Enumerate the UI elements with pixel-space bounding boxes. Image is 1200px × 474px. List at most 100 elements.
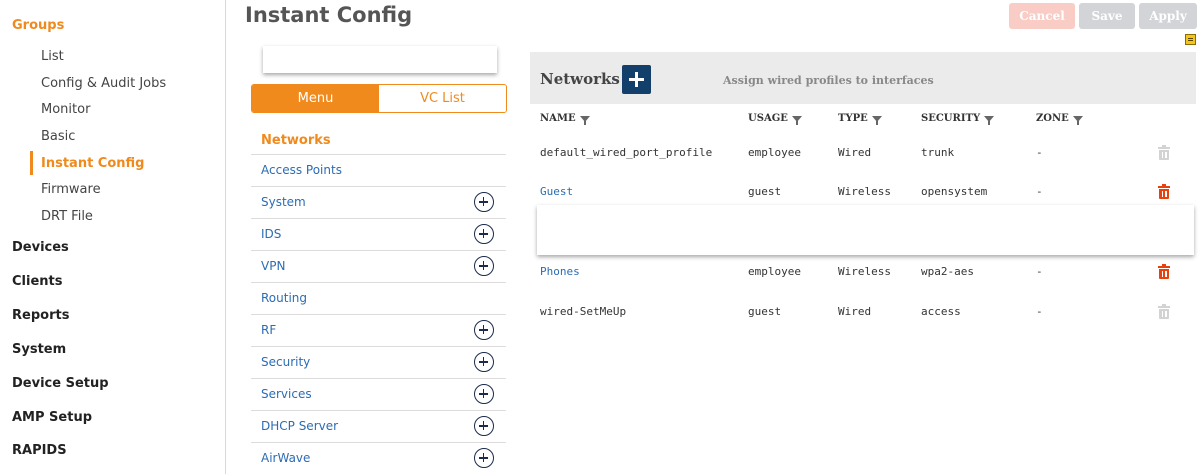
panel-title: Networks <box>540 70 620 88</box>
row-security: opensystem <box>921 185 988 198</box>
tab-menu[interactable]: Menu <box>252 85 379 112</box>
row-zone: - <box>1036 146 1043 159</box>
delete-icon[interactable] <box>1158 184 1170 199</box>
row-usage: employee <box>748 265 801 278</box>
filter-icon[interactable] <box>984 115 995 125</box>
sidebar: Groups List Config & Audit Jobs Monitor … <box>0 0 226 474</box>
add-circle-icon[interactable] <box>474 224 494 244</box>
menu-item-label: Security <box>261 355 311 369</box>
nav-reports[interactable]: Reports <box>12 308 69 323</box>
column-label: SECURITY <box>921 113 981 124</box>
nav-sub-config-audit-jobs[interactable]: Config & Audit Jobs <box>41 76 166 91</box>
menu-item-routing[interactable]: Routing <box>251 282 506 314</box>
row-security: trunk <box>921 146 955 159</box>
row-usage: employee <box>748 146 801 159</box>
row-security: access <box>921 305 961 318</box>
view-toggle: Menu VC List <box>251 84 507 113</box>
delete-icon[interactable] <box>1158 264 1170 279</box>
tab-vc-list[interactable]: VC List <box>379 85 506 112</box>
add-circle-icon[interactable] <box>474 416 494 436</box>
nav-sub-list[interactable]: List <box>41 49 64 64</box>
nav-rapids[interactable]: RAPIDS <box>12 443 67 458</box>
menu-heading-networks[interactable]: Networks <box>261 133 331 148</box>
menu-item-label: Services <box>261 387 312 401</box>
nav-sub-basic[interactable]: Basic <box>41 129 75 144</box>
menu-item-ids[interactable]: IDS <box>251 218 506 250</box>
menu-item-label: AirWave <box>261 451 311 465</box>
delete-icon <box>1158 145 1170 160</box>
row-name: wired-SetMeUp <box>540 305 627 318</box>
row-name-link[interactable]: Guest <box>540 185 573 198</box>
nav-sub-instant-config[interactable]: Instant Config <box>41 156 144 171</box>
panel-subtitle: Assign wired profiles to interfaces <box>723 74 934 87</box>
row-type: Wireless <box>838 265 891 278</box>
filter-icon[interactable] <box>1072 115 1083 125</box>
column-label: NAME <box>540 113 576 124</box>
menu-item-label: DHCP Server <box>261 419 339 433</box>
page-title: Instant Config <box>245 3 413 27</box>
row-type: Wired <box>838 305 872 318</box>
networks-panel: Networks Assign wired profiles to interf… <box>530 52 1196 474</box>
row-type: Wireless <box>838 185 891 198</box>
menu-item-label: Routing <box>261 291 308 305</box>
menu-item-dhcp-server[interactable]: DHCP Server <box>251 410 506 442</box>
row-usage: guest <box>748 305 782 318</box>
menu-item-security[interactable]: Security <box>251 346 506 378</box>
row-type: Wired <box>838 146 872 159</box>
filter-icon[interactable] <box>579 115 590 125</box>
column-label: ZONE <box>1036 113 1069 124</box>
panel-header: Networks Assign wired profiles to interf… <box>530 52 1196 104</box>
save-button[interactable]: Save <box>1079 3 1135 29</box>
column-header-zone[interactable]: ZONE <box>1036 113 1083 125</box>
row-zone: - <box>1036 265 1043 278</box>
menu-item-label: IDS <box>261 227 282 241</box>
menu-item-label: System <box>261 195 306 209</box>
row-name-link[interactable]: Phones <box>540 265 580 278</box>
row-usage: guest <box>748 185 782 198</box>
row-zone: - <box>1036 305 1043 318</box>
nav-groups[interactable]: Groups <box>12 18 64 33</box>
nav-device-setup[interactable]: Device Setup <box>12 376 109 391</box>
cancel-button[interactable]: Cancel <box>1009 3 1075 29</box>
column-label: USAGE <box>748 113 788 124</box>
nav-amp-setup[interactable]: AMP Setup <box>12 410 92 425</box>
add-circle-icon[interactable] <box>474 352 494 372</box>
add-circle-icon[interactable] <box>474 448 494 468</box>
row-zone: - <box>1036 185 1043 198</box>
menu-item-system[interactable]: System <box>251 186 506 218</box>
column-header-security[interactable]: SECURITY <box>921 113 995 125</box>
nav-sub-monitor[interactable]: Monitor <box>41 102 90 117</box>
delete-icon <box>1158 304 1170 319</box>
column-label: TYPE <box>838 113 868 124</box>
menu-item-label: Access Points <box>261 163 342 177</box>
add-circle-icon[interactable] <box>474 320 494 340</box>
apply-button[interactable]: Apply <box>1139 3 1197 29</box>
nav-clients[interactable]: Clients <box>12 274 62 289</box>
column-header-name[interactable]: NAME <box>540 113 590 125</box>
menu-item-label: VPN <box>261 259 286 273</box>
filter-icon[interactable] <box>791 115 802 125</box>
menu-item-services[interactable]: Services <box>251 378 506 410</box>
add-network-button[interactable] <box>622 65 651 94</box>
menu-item-rf[interactable]: RF <box>251 314 506 346</box>
nav-sub-firmware[interactable]: Firmware <box>41 182 101 197</box>
menu-item-vpn[interactable]: VPN <box>251 250 506 282</box>
column-header-type[interactable]: TYPE <box>838 113 882 125</box>
nav-devices[interactable]: Devices <box>12 240 69 255</box>
add-circle-icon[interactable] <box>474 384 494 404</box>
add-circle-icon[interactable] <box>474 192 494 212</box>
row-name: default_wired_port_profile <box>540 146 713 159</box>
expanded-row-detail <box>537 205 1194 255</box>
nav-system[interactable]: System <box>12 342 66 357</box>
row-security: wpa2-aes <box>921 265 974 278</box>
search-input[interactable] <box>263 46 497 73</box>
menu-item-access-points[interactable]: Access Points <box>251 154 506 186</box>
menu-item-airwave[interactable]: AirWave <box>251 442 506 474</box>
add-circle-icon[interactable] <box>474 256 494 276</box>
active-indicator <box>30 151 33 175</box>
filter-icon[interactable] <box>871 115 882 125</box>
menu-item-label: RF <box>261 323 277 337</box>
notes-icon[interactable] <box>1185 34 1196 45</box>
column-header-usage[interactable]: USAGE <box>748 113 802 125</box>
nav-sub-drt-file[interactable]: DRT File <box>41 209 93 224</box>
